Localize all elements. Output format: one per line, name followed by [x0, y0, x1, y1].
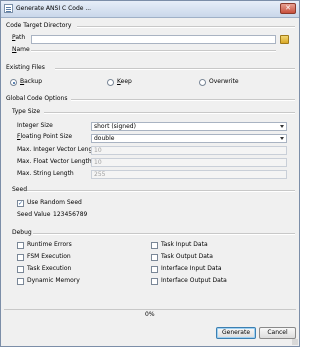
radio-backup-label: Backup	[20, 78, 43, 85]
type-size-heading: Type Size	[12, 108, 41, 115]
interface-input-data-checkbox[interactable]	[151, 266, 158, 273]
global-options-heading: Global Code Options	[6, 95, 68, 102]
task-input-data-label: Task Input Data	[161, 241, 208, 248]
name-label: Name	[12, 46, 30, 53]
chevron-down-icon	[280, 125, 284, 128]
separator	[27, 190, 295, 192]
max-float-vector-input[interactable]: 10	[91, 158, 287, 167]
window-title: Generate ANSI C Code ...	[16, 5, 92, 12]
debug-heading: Debug	[12, 229, 32, 236]
progress-bar	[4, 309, 296, 310]
interface-output-data-label: Interface Output Data	[161, 277, 227, 284]
task-output-data-checkbox[interactable]	[151, 254, 158, 261]
integer-size-value: short (signed)	[94, 123, 136, 130]
fsm-execution-checkbox[interactable]	[17, 254, 24, 261]
dynamic-memory-checkbox[interactable]	[17, 278, 24, 285]
path-input[interactable]	[31, 35, 276, 44]
float-size-select[interactable]: double	[91, 134, 287, 143]
seed-heading: Seed	[12, 186, 27, 193]
use-random-seed-checkbox[interactable]: ✓	[17, 200, 24, 207]
separator	[71, 99, 295, 101]
radio-keep-label: Keep	[117, 78, 132, 85]
generate-button[interactable]: Generate	[216, 327, 256, 339]
dynamic-memory-label: Dynamic Memory	[27, 277, 80, 284]
seed-value-label: Seed Value	[17, 211, 51, 218]
chevron-down-icon	[280, 137, 284, 140]
integer-size-label: Integer Size	[17, 122, 53, 129]
radio-keep[interactable]	[107, 79, 114, 86]
fsm-execution-label: FSM Execution	[27, 253, 71, 260]
path-label: Path	[12, 34, 26, 41]
max-float-vector-label: Max. Float Vector Length	[17, 158, 92, 165]
title-bar[interactable]: Generate ANSI C Code ... ✕	[1, 1, 299, 18]
task-output-data-label: Task Output Data	[161, 253, 213, 260]
radio-overwrite-label: Overwrite	[209, 78, 239, 85]
max-string-input[interactable]: 255	[91, 170, 287, 179]
task-execution-checkbox[interactable]	[17, 266, 24, 273]
separator	[44, 112, 295, 114]
seed-value: 123456789	[53, 211, 88, 218]
interface-input-data-label: Interface Input Data	[161, 265, 222, 272]
use-random-seed-label: Use Random Seed	[27, 199, 82, 206]
float-size-label: Floating Point Size	[17, 133, 73, 140]
max-int-vector-label: Max. Integer Vector Length	[17, 146, 99, 153]
folder-icon[interactable]	[280, 35, 289, 44]
max-int-vector-input[interactable]: 10	[91, 146, 287, 155]
runtime-errors-label: Runtime Errors	[27, 241, 72, 248]
separator	[33, 233, 295, 235]
progress-label: 0%	[145, 311, 155, 318]
radio-backup[interactable]	[10, 79, 17, 86]
resize-grip-icon[interactable]	[292, 339, 298, 345]
cancel-button[interactable]: Cancel	[259, 327, 296, 339]
float-size-value: double	[94, 135, 115, 142]
code-generator-icon	[4, 4, 13, 13]
radio-overwrite[interactable]	[199, 79, 206, 86]
separator	[77, 26, 295, 28]
dialog-window: Generate ANSI C Code ... ✕ Code Target D…	[0, 0, 300, 347]
runtime-errors-checkbox[interactable]	[17, 242, 24, 249]
task-input-data-checkbox[interactable]	[151, 242, 158, 249]
code-target-heading: Code Target Directory	[6, 22, 72, 29]
existing-files-heading: Existing Files	[6, 64, 45, 71]
name-underline	[31, 50, 276, 52]
interface-output-data-checkbox[interactable]	[151, 278, 158, 285]
max-string-label: Max. String Length	[17, 170, 74, 177]
integer-size-select[interactable]: short (signed)	[91, 122, 287, 131]
close-icon[interactable]: ✕	[280, 3, 296, 14]
task-execution-label: Task Execution	[27, 265, 72, 272]
separator	[55, 68, 295, 70]
